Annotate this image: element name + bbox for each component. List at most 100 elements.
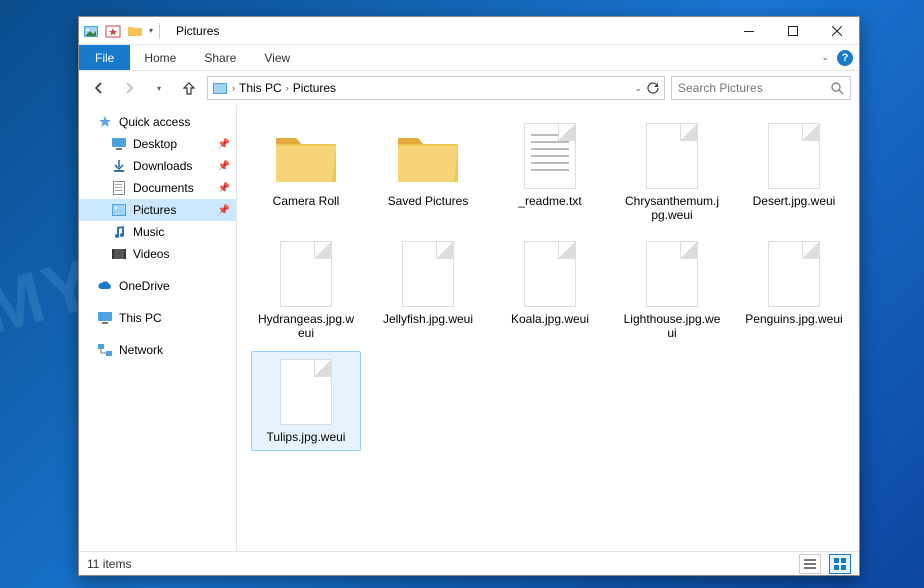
file-item[interactable]: Lighthouse.jpg.weui: [617, 233, 727, 347]
file-label: Saved Pictures: [386, 192, 471, 208]
nav-label: Desktop: [133, 137, 177, 151]
nav-label: OneDrive: [119, 279, 170, 293]
file-item[interactable]: Koala.jpg.weui: [495, 233, 605, 347]
items-grid: Camera Roll Saved Pictures _readme.txt Chry…: [251, 115, 853, 451]
desktop-icon: [111, 136, 127, 152]
pictures-folder-icon: [83, 23, 99, 39]
file-item[interactable]: Penguins.jpg.weui: [739, 233, 849, 347]
minimize-button[interactable]: [727, 17, 771, 45]
up-button[interactable]: [177, 76, 201, 100]
status-bar: 11 items: [79, 551, 859, 575]
star-icon: [97, 114, 113, 130]
chevron-icon[interactable]: ›: [286, 83, 289, 93]
file-item[interactable]: Tulips.jpg.weui: [251, 351, 361, 451]
maximize-button[interactable]: [771, 17, 815, 45]
nav-item-documents[interactable]: Documents 📌: [79, 177, 236, 199]
explorer-body: Quick access Desktop📌Downloads📌Documents…: [79, 105, 859, 551]
refresh-icon[interactable]: [646, 81, 660, 95]
file-item[interactable]: Chrysanthemum.jpg.weui: [617, 115, 727, 229]
file-label: Hydrangeas.jpg.weui: [254, 310, 358, 340]
file-label: Penguins.jpg.weui: [743, 310, 844, 326]
file-item[interactable]: Camera Roll: [251, 115, 361, 229]
videos-icon: [111, 246, 127, 262]
ribbon: File Home Share View ⌄ ?: [79, 45, 859, 71]
nav-item-desktop[interactable]: Desktop 📌: [79, 133, 236, 155]
pictures-small-icon: [212, 80, 228, 96]
pin-icon: 📌: [218, 139, 230, 150]
file-item[interactable]: Saved Pictures: [373, 115, 483, 229]
file-icon: [514, 120, 586, 192]
breadcrumb-this-pc[interactable]: This PC: [239, 81, 282, 95]
explorer-window: ▾ Pictures File Home Share View ⌄ ?: [78, 16, 860, 576]
nav-item-downloads[interactable]: Downloads 📌: [79, 155, 236, 177]
search-icon: [830, 81, 844, 95]
file-label: Jellyfish.jpg.weui: [381, 310, 475, 326]
file-item[interactable]: Desert.jpg.weui: [739, 115, 849, 229]
help-icon[interactable]: ?: [837, 50, 853, 66]
file-label: Tulips.jpg.weui: [265, 428, 348, 444]
nav-label: Downloads: [133, 159, 192, 173]
file-icon: [270, 356, 342, 428]
file-icon: [270, 238, 342, 310]
addr-dropdown-icon[interactable]: ⌄: [634, 83, 642, 94]
qat-new-folder-icon[interactable]: [127, 23, 143, 39]
file-label: _readme.txt: [516, 192, 583, 208]
qat-dropdown-icon[interactable]: ▾: [149, 26, 153, 35]
file-item[interactable]: _readme.txt: [495, 115, 605, 229]
file-icon: [636, 238, 708, 310]
pictures-icon: [111, 202, 127, 218]
file-label: Desert.jpg.weui: [751, 192, 838, 208]
search-box[interactable]: [671, 76, 851, 100]
content-pane[interactable]: Camera Roll Saved Pictures _readme.txt Chry…: [237, 105, 859, 551]
downloads-icon: [111, 158, 127, 174]
close-button[interactable]: [815, 17, 859, 45]
file-label: Chrysanthemum.jpg.weui: [620, 192, 724, 222]
nav-label: Pictures: [133, 203, 176, 217]
pin-icon: 📌: [218, 161, 230, 172]
folder-icon: [270, 120, 342, 192]
details-view-button[interactable]: [799, 554, 821, 574]
chevron-icon[interactable]: ›: [232, 83, 235, 93]
pin-icon: 📌: [218, 183, 230, 194]
address-bar-row: ▾ › This PC › Pictures ⌄: [79, 71, 859, 105]
file-item[interactable]: Jellyfish.jpg.weui: [373, 233, 483, 347]
window-title: Pictures: [176, 24, 219, 38]
navigation-pane: Quick access Desktop📌Downloads📌Documents…: [79, 105, 237, 551]
address-bar[interactable]: › This PC › Pictures ⌄: [207, 76, 665, 100]
file-icon: [758, 120, 830, 192]
back-button[interactable]: [87, 76, 111, 100]
forward-button[interactable]: [117, 76, 141, 100]
search-input[interactable]: [678, 81, 824, 95]
tab-view[interactable]: View: [250, 45, 304, 70]
nav-onedrive[interactable]: OneDrive: [79, 275, 236, 297]
nav-this-pc[interactable]: This PC: [79, 307, 236, 329]
quick-access-icon[interactable]: [105, 23, 121, 39]
file-icon: [514, 238, 586, 310]
nav-network[interactable]: Network: [79, 339, 236, 361]
file-item[interactable]: Hydrangeas.jpg.weui: [251, 233, 361, 347]
titlebar: ▾ Pictures: [79, 17, 859, 45]
file-label: Lighthouse.jpg.weui: [620, 310, 724, 340]
file-tab[interactable]: File: [79, 45, 130, 70]
pin-icon: 📌: [218, 205, 230, 216]
nav-item-pictures[interactable]: Pictures 📌: [79, 199, 236, 221]
tab-home[interactable]: Home: [130, 45, 190, 70]
pc-icon: [97, 310, 113, 326]
file-icon: [758, 238, 830, 310]
nav-quick-access[interactable]: Quick access: [79, 111, 236, 133]
ribbon-expand-icon[interactable]: ⌄: [821, 52, 829, 63]
nav-label: Videos: [133, 247, 169, 261]
nav-item-videos[interactable]: Videos: [79, 243, 236, 265]
breadcrumb-pictures[interactable]: Pictures: [293, 81, 336, 95]
nav-item-music[interactable]: Music: [79, 221, 236, 243]
status-item-count: 11 items: [87, 557, 131, 571]
file-label: Camera Roll: [271, 192, 342, 208]
cloud-icon: [97, 278, 113, 294]
file-icon: [392, 238, 464, 310]
nav-label: Quick access: [119, 115, 190, 129]
nav-label: Documents: [133, 181, 194, 195]
documents-icon: [111, 180, 127, 196]
large-icons-view-button[interactable]: [829, 554, 851, 574]
tab-share[interactable]: Share: [190, 45, 250, 70]
recent-dropdown-icon[interactable]: ▾: [147, 76, 171, 100]
